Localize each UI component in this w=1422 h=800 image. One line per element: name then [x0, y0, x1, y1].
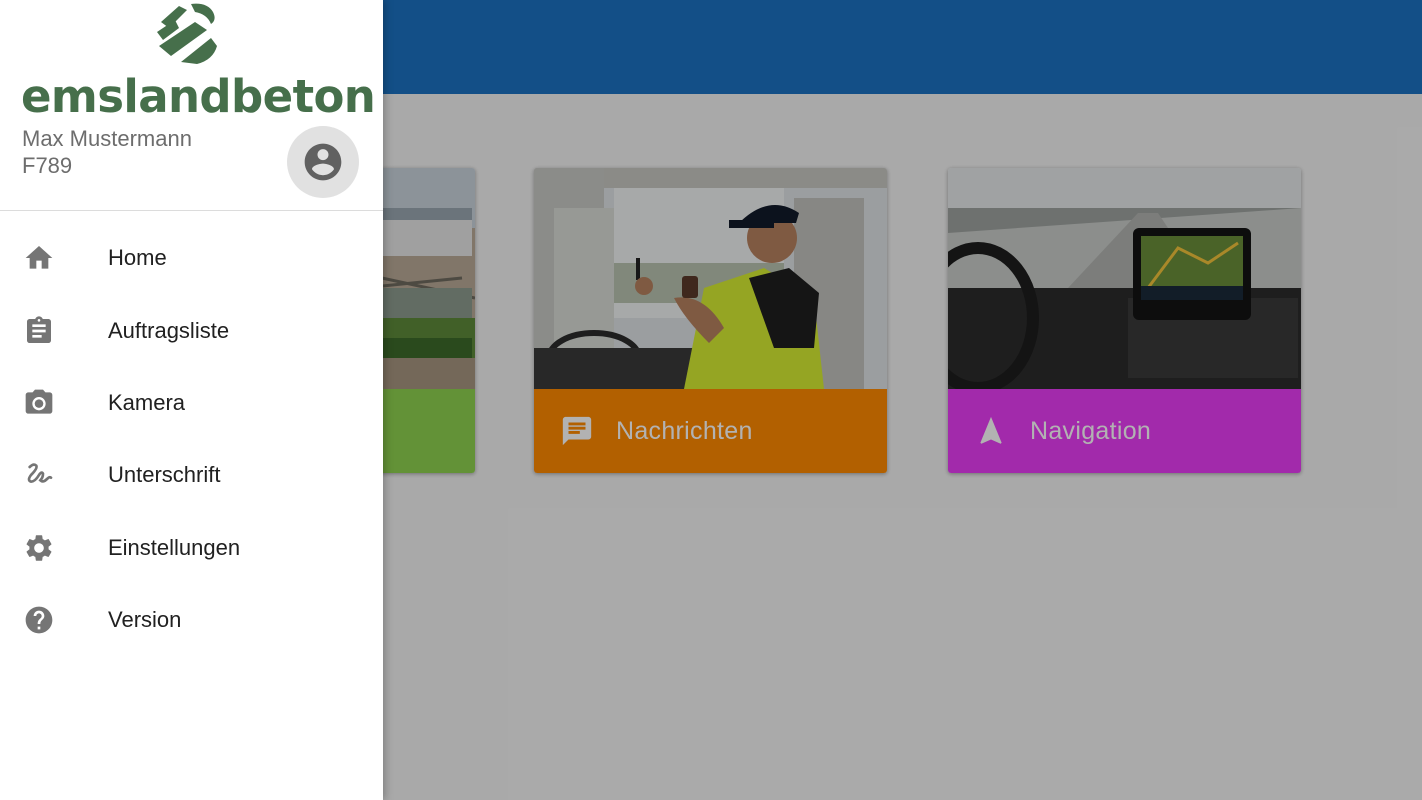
- user-name: Max Mustermann: [22, 126, 192, 151]
- account-circle-icon: [304, 143, 342, 181]
- menu-item-label: Einstellungen: [108, 534, 241, 560]
- menu-item-kamera[interactable]: Kamera: [0, 367, 383, 439]
- menu-item-auftragsliste[interactable]: Auftragsliste: [0, 294, 383, 366]
- menu-item-label: Auftragsliste: [108, 317, 230, 343]
- menu-item-label: Unterschrift: [108, 462, 221, 488]
- emslandbeton-logo-mark-icon: [157, 3, 217, 64]
- menu-item-label: Home: [108, 245, 167, 271]
- menu-item-label: Version: [108, 607, 182, 633]
- drawer-header: emslandbeton Max Mustermann F789: [0, 0, 383, 211]
- help-icon: [25, 606, 53, 634]
- home-icon: [25, 246, 53, 269]
- menu-item-label: Kamera: [108, 389, 186, 415]
- account-button[interactable]: [287, 126, 359, 198]
- drawer-menu: Home Auftragsliste Kamera Unterschrift E…: [0, 222, 383, 656]
- menu-item-home[interactable]: Home: [0, 222, 383, 294]
- menu-item-unterschrift[interactable]: Unterschrift: [0, 439, 383, 511]
- user-id: F789: [22, 153, 73, 178]
- camera-icon: [25, 389, 53, 414]
- clipboard-icon: [27, 315, 51, 343]
- signature-icon: [27, 463, 53, 484]
- logo-wordmark: emslandbeton: [21, 70, 376, 123]
- navigation-drawer: emslandbeton Max Mustermann F789 Home Au…: [0, 0, 383, 800]
- gear-icon: [26, 534, 52, 561]
- menu-item-einstellungen[interactable]: Einstellungen: [0, 512, 383, 584]
- menu-item-version[interactable]: Version: [0, 584, 383, 656]
